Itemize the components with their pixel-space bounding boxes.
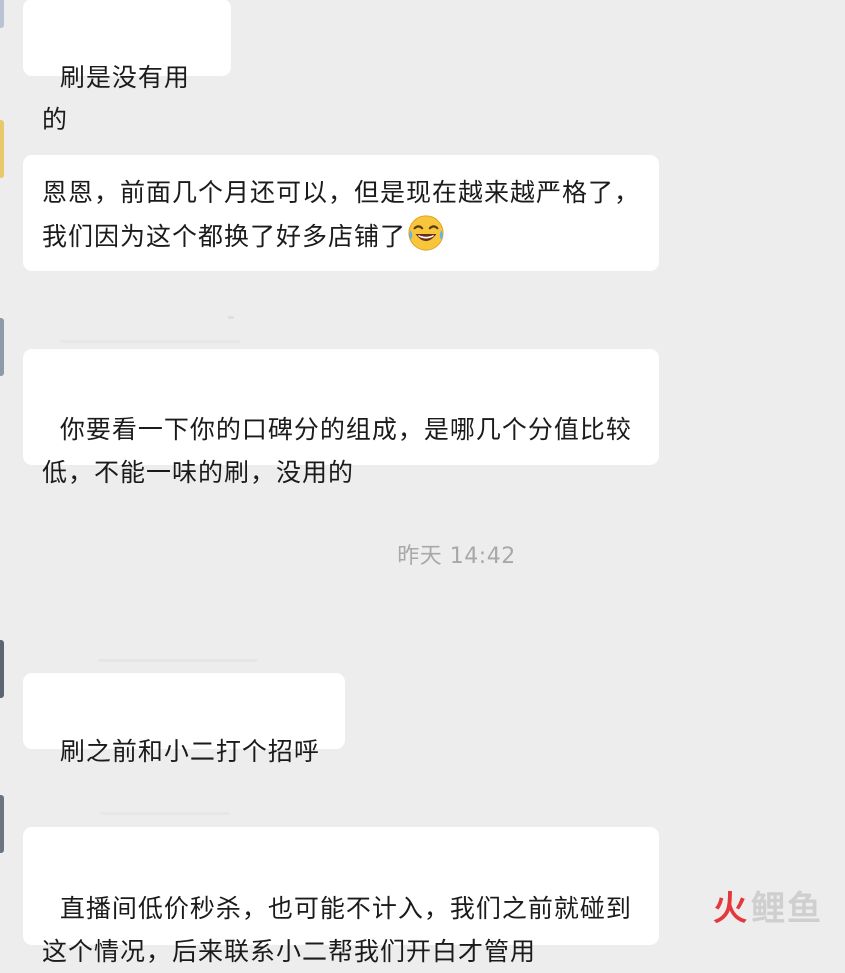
message-bubble[interactable]: 刷是没有用的 [23,0,231,134]
sender-nickname [60,340,240,343]
message-timestamp: 昨天 14:42 [397,544,516,569]
message-bubble[interactable]: 恩恩，前面几个月还可以，但是现在越来越严格了，我们因为这个都换了好多店铺了 [23,155,659,271]
sender-nickname [98,659,258,662]
message-text: 你要看一下你的口碑分的组成，是哪几个分值比较低，不能一味的刷，没用的 [42,415,632,487]
watermark-part2: 鲤鱼 [751,889,823,929]
avatar[interactable] [0,318,4,376]
message-bubble[interactable]: 刷之前和小二打个招呼 [23,673,345,766]
avatar[interactable] [0,795,4,853]
message-text: 直播间低价秒杀，也可能不计入，我们之前就碰到这个情况，后来联系小二帮我们开白才管… [42,894,632,966]
message-text: 刷之前和小二打个招呼 [59,737,320,766]
laughing-crying-emoji-icon [408,215,444,251]
message-bubble[interactable]: 你要看一下你的口碑分的组成，是哪几个分值比较低，不能一味的刷，没用的 [23,349,659,487]
sender-nickname [228,316,234,319]
watermark-logo: 火 鲤鱼 [713,881,823,930]
avatar[interactable] [0,120,4,178]
message-text: 刷是没有用的 [42,63,190,134]
avatar[interactable] [0,0,4,28]
sender-nickname [100,812,230,815]
message-bubble[interactable]: 直播间低价秒杀，也可能不计入，我们之前就碰到这个情况，后来联系小二帮我们开白才管… [23,827,659,966]
message-text: 恩恩，前面几个月还可以，但是现在越来越严格了，我们因为这个都换了好多店铺了 [42,178,641,251]
watermark-part1: 火 [713,889,749,929]
avatar[interactable] [0,640,4,698]
